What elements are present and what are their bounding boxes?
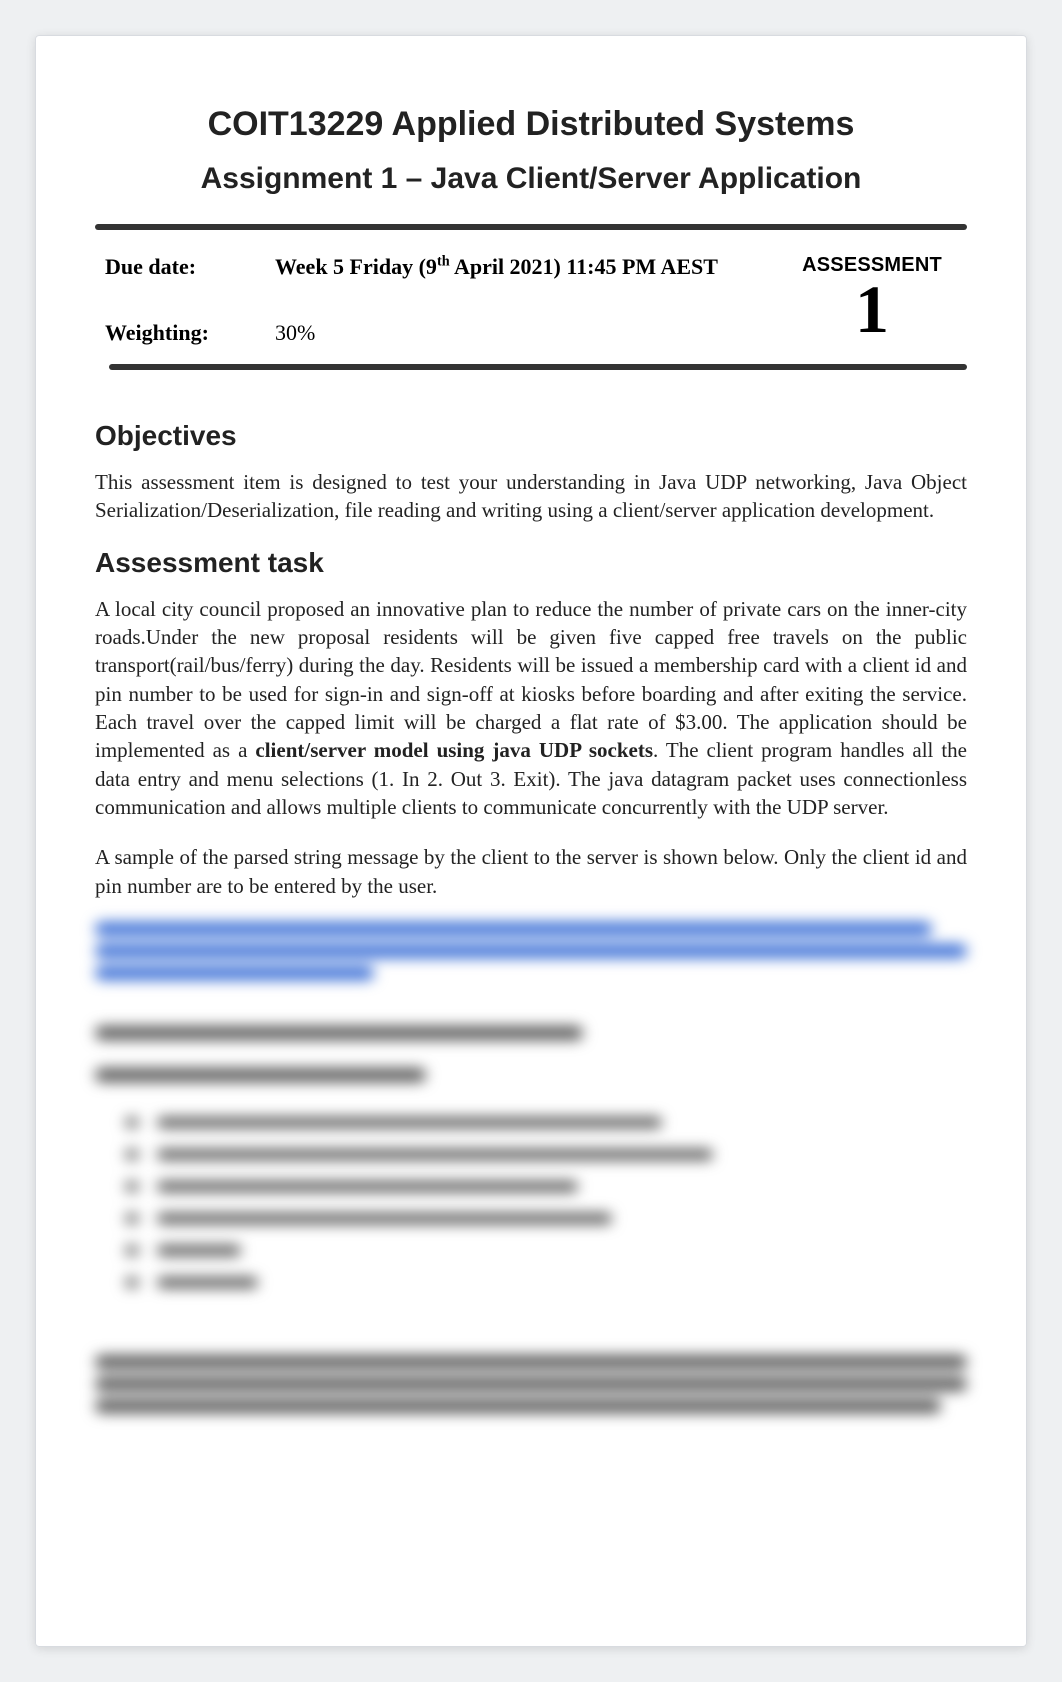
assignment-title: Assignment 1 – Java Client/Server Applic… xyxy=(95,162,967,196)
blurred-paragraph xyxy=(95,1355,967,1413)
task-paragraph-1: A local city council proposed an innovat… xyxy=(95,595,967,822)
document-page: COIT13229 Applied Distributed Systems As… xyxy=(35,35,1027,1647)
course-title: COIT13229 Applied Distributed Systems xyxy=(95,105,967,144)
weighting-label: Weighting: xyxy=(105,320,275,346)
assessment-badge: ASSESSMENT 1 xyxy=(787,254,957,346)
blurred-content xyxy=(95,922,967,1413)
meta-block: Due date: Weighting: Week 5 Friday (9th … xyxy=(95,254,967,346)
divider-top xyxy=(95,224,967,230)
weighting-value: 30% xyxy=(275,320,787,346)
due-date-suffix: April 2021) 11:45 PM AEST xyxy=(450,254,718,279)
task-p1-bold: client/server model using java UDP socke… xyxy=(255,738,653,762)
due-date-label: Due date: xyxy=(105,254,275,280)
meta-values: Week 5 Friday (9th April 2021) 11:45 PM … xyxy=(275,254,787,346)
blurred-note-1 xyxy=(95,1026,967,1040)
blurred-note-2 xyxy=(95,1068,967,1082)
objectives-heading: Objectives xyxy=(95,420,967,452)
blurred-list xyxy=(125,1109,967,1296)
due-date-value: Week 5 Friday (9th April 2021) 11:45 PM … xyxy=(275,254,787,280)
divider-bottom xyxy=(109,364,967,370)
meta-labels: Due date: Weighting: xyxy=(105,254,275,346)
due-date-ordinal: th xyxy=(437,254,450,270)
blurred-example-block xyxy=(95,922,967,980)
due-date-prefix: Week 5 Friday (9 xyxy=(275,254,437,279)
assessment-number: 1 xyxy=(787,279,957,340)
task-paragraph-2: A sample of the parsed string message by… xyxy=(95,843,967,900)
task-heading: Assessment task xyxy=(95,547,967,579)
objectives-text: This assessment item is designed to test… xyxy=(95,468,967,525)
